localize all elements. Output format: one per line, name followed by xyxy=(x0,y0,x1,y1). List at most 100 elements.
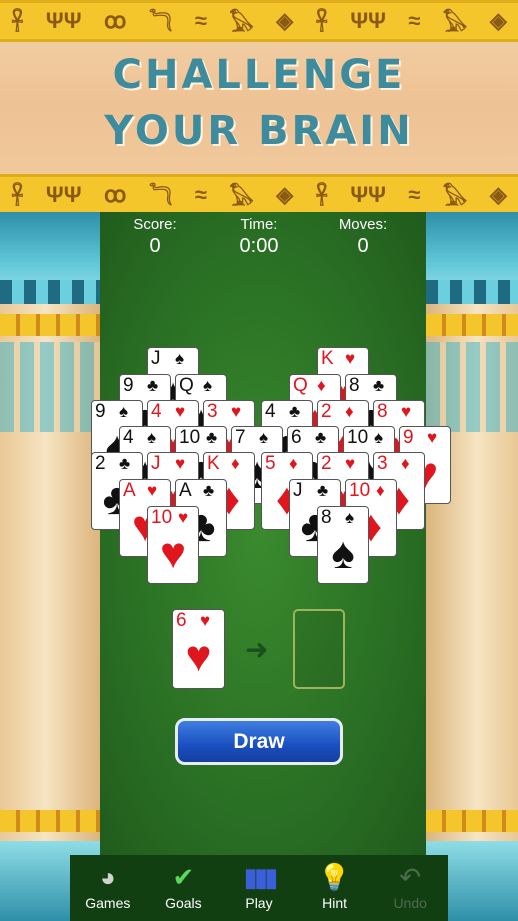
card-suit-icon: ♣ xyxy=(373,376,385,395)
card-rank: 4 xyxy=(265,401,276,422)
hieroglyph-border-bottom: 𓋹 ΨΨ ꝏ 𓆓 ≈ 𓅃 ◈ 𓋹 ΨΨ ≈ 𓅃 ◈ xyxy=(0,174,518,216)
card-suit-icon: ♠ xyxy=(203,376,213,395)
card-suit-icon: ♦ xyxy=(401,454,410,473)
checkmark-icon: ✔ xyxy=(172,861,195,892)
card-rank: 9 xyxy=(403,427,414,448)
card-rank: 4 xyxy=(151,401,162,422)
time-label: Time: xyxy=(240,216,278,233)
card-rank: 6 xyxy=(291,427,302,448)
card-rank: Q xyxy=(179,375,194,396)
headline-line-1: CHALLENGE xyxy=(112,52,406,98)
nav-play[interactable]: ▮▮▮ Play xyxy=(224,855,294,912)
card-suit-icon: ♣ xyxy=(315,428,327,447)
undo-icon: ↶ xyxy=(399,861,422,892)
nav-goals-label: Goals xyxy=(165,895,202,911)
card-suit-icon: ♣ xyxy=(203,481,215,500)
card-center-suit-icon: ♠ xyxy=(331,529,355,578)
game-felt xyxy=(70,212,448,921)
playing-card[interactable]: 8 ♠ ♠ xyxy=(317,506,369,584)
card-rank: 10 xyxy=(151,507,173,528)
moves-value: 0 xyxy=(357,235,369,257)
card-suit-icon: ♥ xyxy=(345,454,356,473)
playing-card[interactable]: 10 ♥ ♥ xyxy=(147,506,199,584)
card-suit-icon: ♥ xyxy=(200,611,211,630)
nav-goals[interactable]: ✔ Goals xyxy=(148,855,218,912)
card-rank: 4 xyxy=(123,427,134,448)
waste-card[interactable]: 6 ♥ ♥ xyxy=(172,609,225,689)
lightbulb-icon: 💡 xyxy=(318,861,351,892)
nav-hint-label: Hint xyxy=(322,895,348,911)
stock-pile-empty[interactable] xyxy=(293,609,345,689)
card-suit-icon: ♠ xyxy=(147,428,157,447)
card-suit-icon: ♥ xyxy=(231,402,242,421)
card-rank: 2 xyxy=(321,453,332,474)
card-rank: 3 xyxy=(207,401,218,422)
card-suit-icon: ♣ xyxy=(147,376,159,395)
moves-label: Moves: xyxy=(338,216,388,233)
card-rank: K xyxy=(321,348,334,369)
card-suit-icon: ♠ xyxy=(259,428,269,447)
nav-play-label: Play xyxy=(245,895,273,911)
card-rank: 8 xyxy=(377,401,388,422)
card-rank: 6 xyxy=(176,610,187,631)
right-pillar xyxy=(426,212,518,921)
nav-undo-label: Undo xyxy=(393,895,427,911)
card-suit-icon: ♥ xyxy=(175,454,186,473)
score-display: Score: 0 xyxy=(95,216,215,258)
card-rank: 2 xyxy=(321,401,332,422)
nav-hint[interactable]: 💡 Hint xyxy=(300,855,370,912)
card-rank: J xyxy=(151,348,161,369)
card-suit-icon: ♥ xyxy=(427,428,438,447)
nav-undo[interactable]: ↶ Undo xyxy=(375,855,445,912)
card-suit-icon: ♦ xyxy=(231,454,240,473)
card-suit-icon: ♠ xyxy=(119,402,129,421)
card-rank: J xyxy=(293,480,303,501)
bottom-toolbar: ◕ Games ✔ Goals ▮▮▮ Play 💡 Hint ↶ Undo xyxy=(70,855,448,921)
card-rank: 8 xyxy=(321,507,332,528)
card-rank: Q xyxy=(293,375,308,396)
headline-line-2: YOUR BRAIN xyxy=(104,108,414,154)
card-rank: 10 xyxy=(179,427,201,448)
card-suit-icon: ♦ xyxy=(345,402,354,421)
nav-games[interactable]: ◕ Games xyxy=(73,855,143,912)
card-suit-icon: ♣ xyxy=(119,454,131,473)
card-suit-icon: ♥ xyxy=(175,402,186,421)
card-suit-icon: ♥ xyxy=(147,481,158,500)
card-center-suit-icon: ♥ xyxy=(185,632,212,681)
card-suit-icon: ♦ xyxy=(317,376,326,395)
score-value: 0 xyxy=(149,235,161,257)
card-suit-icon: ♣ xyxy=(289,402,301,421)
score-label: Score: xyxy=(133,216,177,233)
card-rank: 9 xyxy=(123,375,134,396)
card-rank: A xyxy=(179,480,192,501)
time-display: Time: 0:00 xyxy=(199,216,319,258)
left-pillar xyxy=(0,212,100,921)
hieroglyph-border-top: 𓋹 ΨΨ ꝏ 𓆓 ≈ 𓅃 ◈ 𓋹 ΨΨ ≈ 𓅃 ◈ xyxy=(0,0,518,42)
promo-banner: 𓋹 ΨΨ ꝏ 𓆓 ≈ 𓅃 ◈ 𓋹 ΨΨ ≈ 𓅃 ◈ CHALLENGE YOUR BRAIN 𓋹 ΨΨ ꝏ… xyxy=(0,0,518,216)
games-icon: ◕ xyxy=(99,861,116,892)
card-rank: 8 xyxy=(349,375,360,396)
time-value: 0:00 xyxy=(239,235,279,257)
moves-display: Moves: 0 xyxy=(303,216,423,258)
card-suit-icon: ♦ xyxy=(376,481,385,500)
card-rank: J xyxy=(151,453,161,474)
card-rank: 2 xyxy=(95,453,106,474)
card-suit-icon: ♠ xyxy=(345,508,355,527)
card-rank: 10 xyxy=(349,480,371,501)
card-suit-icon: ♣ xyxy=(206,428,218,447)
card-rank: A xyxy=(123,480,136,501)
card-rank: 9 xyxy=(95,401,106,422)
card-suit-icon: ♣ xyxy=(317,481,329,500)
cards-icon: ▮▮▮ xyxy=(243,861,279,892)
draw-button[interactable]: Draw xyxy=(175,718,343,765)
card-suit-icon: ♠ xyxy=(175,349,185,368)
card-rank: 7 xyxy=(235,427,246,448)
card-suit-icon: ♥ xyxy=(345,349,356,368)
card-suit-icon: ♦ xyxy=(289,454,298,473)
arrow-right-icon: ➜ xyxy=(245,634,269,665)
card-suit-icon: ♥ xyxy=(178,508,189,527)
card-center-suit-icon: ♥ xyxy=(159,529,187,578)
card-rank: 5 xyxy=(265,453,276,474)
card-rank: 10 xyxy=(347,427,369,448)
card-rank: 3 xyxy=(377,453,388,474)
